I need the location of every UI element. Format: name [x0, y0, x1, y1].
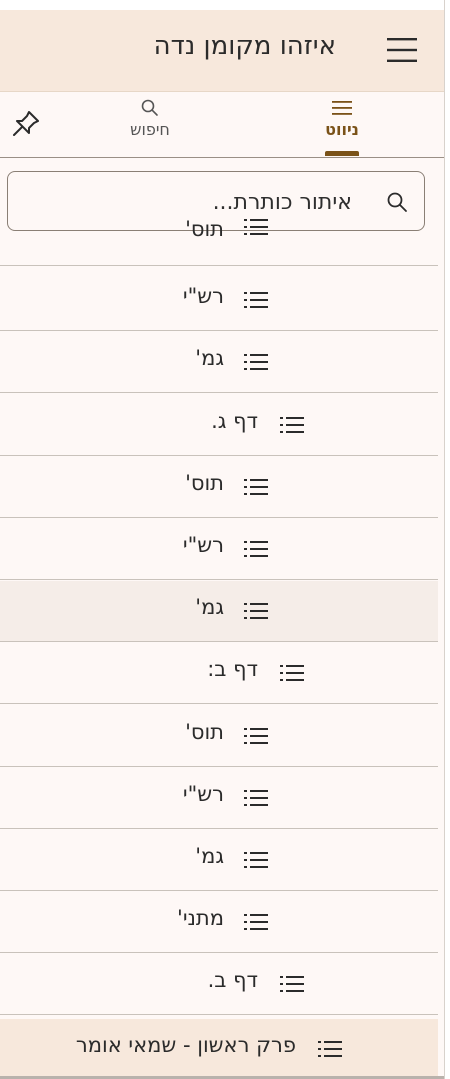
pin-button[interactable] — [10, 108, 42, 140]
active-tab-indicator — [325, 151, 359, 156]
tab-navigation[interactable]: ניווט — [297, 98, 387, 156]
hamburger-menu-button[interactable] — [386, 37, 418, 63]
list-icon — [332, 101, 352, 115]
list-item[interactable]: גמ' — [0, 332, 438, 394]
tab-bar: חיפוש ניווט — [0, 92, 444, 158]
list-item[interactable]: גמ' — [0, 830, 438, 891]
list-item[interactable]: רש"י — [0, 519, 438, 580]
list-item-label: תוס' — [185, 719, 224, 744]
list-item-label: דף ב. — [207, 968, 258, 993]
list-item-icon — [244, 354, 268, 371]
list-item[interactable]: תוס' — [0, 217, 438, 266]
list-item-icon — [244, 603, 268, 620]
list-item-label: רש"י — [182, 284, 224, 309]
list-item[interactable]: מתני' — [0, 892, 438, 954]
search-icon — [387, 192, 407, 212]
list-item-label: מתני' — [177, 906, 224, 931]
list-item[interactable]: גמ' — [0, 581, 438, 643]
chapter-row[interactable]: פרק ראשון - שמאי אומר — [0, 1018, 438, 1079]
list-item-icon — [244, 541, 268, 557]
list-item[interactable]: תוס' — [0, 706, 438, 767]
list-item-label: תוס' — [185, 470, 224, 495]
list-item[interactable]: רש"י — [0, 270, 438, 332]
list-item-label: גמ' — [195, 346, 224, 371]
tab-navigation-label: ניווט — [325, 120, 359, 139]
tab-search-label: חיפוש — [130, 120, 170, 139]
list-item[interactable]: תוס' — [0, 457, 438, 518]
list-item-icon — [318, 1040, 342, 1057]
list-item-icon — [280, 976, 304, 993]
search-icon — [141, 99, 158, 116]
list-item[interactable]: דף ב: — [0, 643, 438, 705]
list-item[interactable]: דף ב. — [0, 954, 438, 1016]
list-item-icon — [280, 665, 304, 682]
list-item-icon — [244, 478, 268, 495]
list-item-label: רש"י — [182, 781, 224, 806]
navigation-panel: איזהו מקומן נדה חיפוש ניווט איתור כותרת.… — [0, 0, 445, 1079]
list-item-icon — [244, 914, 268, 931]
list-item-icon — [244, 727, 268, 744]
list-item-icon — [244, 789, 268, 806]
list-item-label: גמ' — [195, 595, 224, 620]
panel-header: איזהו מקומן נדה — [0, 10, 444, 92]
list-item-icon — [244, 219, 268, 235]
list-item-label: תוס' — [185, 217, 224, 241]
tab-search[interactable]: חיפוש — [105, 98, 195, 156]
list-item-label: גמ' — [195, 844, 224, 868]
list-item-label: פרק ראשון - שמאי אומר — [75, 1032, 296, 1057]
list-item[interactable]: רש"י — [0, 768, 438, 829]
page-title: איזהו מקומן נדה — [153, 31, 336, 61]
list-item-icon — [244, 852, 268, 868]
list-item-label: רש"י — [182, 533, 224, 557]
pin-icon — [13, 111, 39, 136]
title-filter-input[interactable] — [20, 182, 354, 222]
list-item-icon — [244, 292, 268, 309]
list-item-icon — [280, 416, 304, 433]
list-item[interactable]: דף ג. — [0, 395, 438, 456]
hamburger-icon — [387, 38, 417, 62]
window-top-strip — [0, 0, 444, 10]
list-item-label: דף ב: — [207, 657, 258, 682]
list-item-label: דף ג. — [211, 408, 258, 433]
